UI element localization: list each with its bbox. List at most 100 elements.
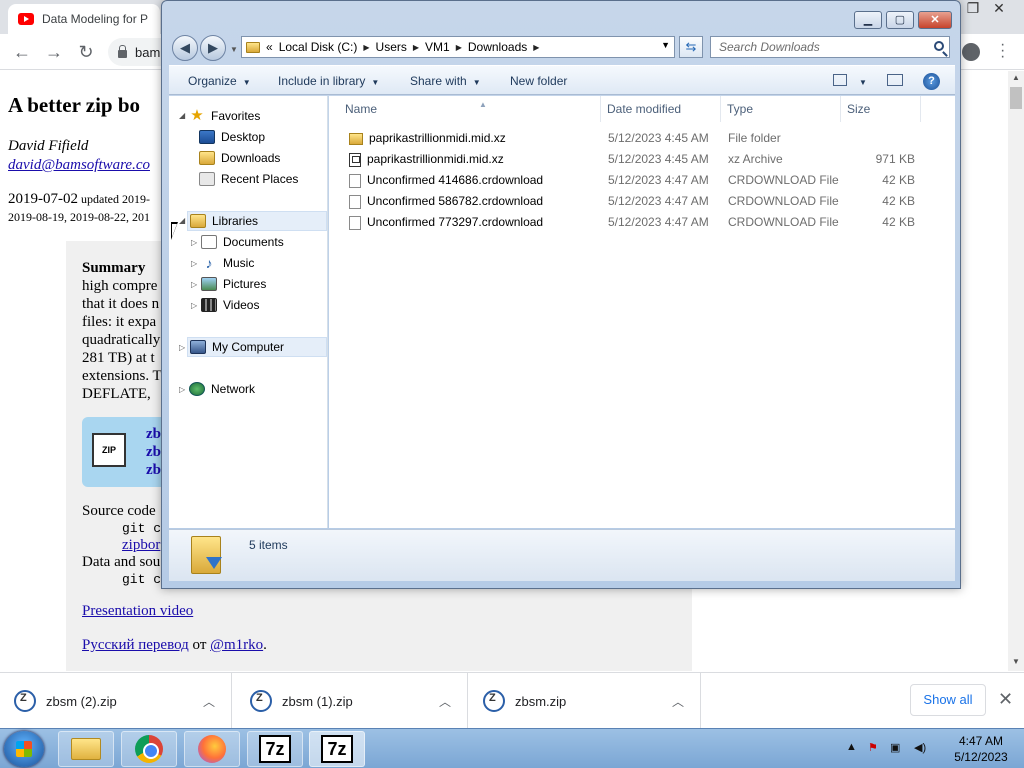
- libraries-icon: [190, 214, 206, 228]
- column-header-size[interactable]: Size: [841, 96, 921, 122]
- page-scrollbar[interactable]: ▲ ▼: [1008, 71, 1024, 671]
- nav-item-documents[interactable]: Documents: [201, 232, 284, 252]
- start-button[interactable]: [4, 731, 44, 767]
- nav-item-favorites[interactable]: ★ Favorites: [189, 106, 260, 126]
- nav-item-recent-places[interactable]: Recent Places: [199, 169, 298, 189]
- change-view-icon[interactable]: [833, 74, 847, 86]
- expand-icon[interactable]: ▷: [179, 343, 185, 352]
- taskbar-firefox[interactable]: [184, 731, 240, 767]
- chevron-up-icon[interactable]: ︿: [439, 693, 451, 710]
- download-item[interactable]: zbsm (2).zip ︿: [0, 673, 232, 729]
- column-header-name[interactable]: Name ▲: [339, 96, 601, 122]
- share-with-button[interactable]: Share with ▼: [410, 74, 481, 88]
- address-dropdown-icon[interactable]: ▼: [661, 40, 670, 50]
- file-row[interactable]: paprikastrillionmidi.mid.xz 5/12/2023 4:…: [329, 128, 955, 149]
- column-header-type[interactable]: Type: [721, 96, 841, 122]
- expand-icon[interactable]: ▷: [179, 385, 185, 394]
- summary-line: extensions. T: [82, 368, 162, 384]
- volume-icon[interactable]: ◀): [914, 741, 926, 754]
- breadcrumb-item[interactable]: Downloads: [468, 40, 527, 54]
- back-button[interactable]: ←: [10, 40, 34, 64]
- russian-translation-link[interactable]: Русский перевод: [82, 637, 189, 653]
- show-all-button[interactable]: Show all: [910, 684, 986, 716]
- expand-icon[interactable]: ▷: [191, 259, 197, 268]
- maximize-button[interactable]: ▢: [886, 11, 914, 29]
- presentation-video-link[interactable]: Presentation video: [82, 603, 193, 620]
- nav-item-videos[interactable]: Videos: [201, 295, 259, 315]
- network-icon[interactable]: ▣: [890, 741, 900, 754]
- breadcrumb-separator-icon[interactable]: ▶: [413, 43, 419, 52]
- forward-arrow-icon[interactable]: ▶: [200, 35, 226, 61]
- nav-label: Desktop: [221, 130, 266, 144]
- nav-item-my-computer[interactable]: My Computer: [187, 337, 327, 357]
- scroll-thumb[interactable]: [1010, 87, 1022, 109]
- help-icon[interactable]: ?: [923, 73, 940, 90]
- download-item[interactable]: zbsm (1).zip ︿: [236, 673, 468, 729]
- file-name-cell: Unconfirmed 414686.crdownload: [349, 170, 543, 191]
- reload-button[interactable]: ↻: [74, 40, 98, 64]
- breadcrumb-separator-icon[interactable]: ▶: [363, 43, 369, 52]
- profile-icon[interactable]: [962, 43, 980, 61]
- refresh-icon[interactable]: ⇆: [679, 36, 703, 58]
- file-date: 5/12/2023 4:47 AM: [608, 194, 709, 208]
- file-row[interactable]: paprikastrillionmidi.mid.xz 5/12/2023 4:…: [329, 149, 955, 170]
- back-arrow-icon[interactable]: ◀: [172, 35, 198, 61]
- breadcrumb-separator-icon[interactable]: ▶: [456, 43, 462, 52]
- close-button[interactable]: ✕: [918, 11, 952, 29]
- breadcrumb-item[interactable]: VM1: [425, 40, 450, 54]
- breadcrumb-item[interactable]: Local Disk (C:): [279, 40, 358, 54]
- minimize-button[interactable]: ▁: [854, 11, 882, 29]
- collapse-icon[interactable]: ◢: [179, 216, 185, 225]
- organize-button[interactable]: Organize ▼: [188, 74, 251, 88]
- close-shelf-icon[interactable]: ✕: [998, 689, 1013, 710]
- column-header-date[interactable]: Date modified: [601, 96, 721, 122]
- file-row[interactable]: Unconfirmed 773297.crdownload 5/12/2023 …: [329, 212, 955, 233]
- download-link[interactable]: zb: [146, 425, 161, 443]
- action-center-icon[interactable]: ⚑: [868, 741, 878, 754]
- forward-button[interactable]: →: [42, 40, 66, 64]
- search-input[interactable]: Search Downloads: [710, 36, 950, 58]
- chevron-up-icon[interactable]: ︿: [672, 693, 684, 710]
- source-link[interactable]: zipbor: [82, 537, 169, 554]
- taskbar-chrome[interactable]: [121, 731, 177, 767]
- chevron-up-icon[interactable]: ︿: [203, 693, 215, 710]
- nav-item-music[interactable]: ♪ Music: [201, 253, 255, 273]
- clock[interactable]: 4:47 AM 5/12/2023: [945, 733, 1017, 765]
- search-icon[interactable]: [934, 41, 944, 51]
- expand-icon[interactable]: ▷: [191, 301, 197, 310]
- nav-item-desktop[interactable]: Desktop: [199, 127, 265, 147]
- translator-link[interactable]: @m1rko: [210, 637, 263, 653]
- nav-item-pictures[interactable]: Pictures: [201, 274, 266, 294]
- chrome-menu-icon[interactable]: · · ·: [1000, 37, 1005, 65]
- download-link[interactable]: zb: [146, 461, 161, 479]
- explorer-address-bar[interactable]: « Local Disk (C:) ▶ Users ▶ VM1 ▶ Downlo…: [241, 36, 675, 58]
- scroll-down-icon[interactable]: ▼: [1008, 655, 1024, 669]
- breadcrumb-overflow[interactable]: «: [266, 40, 273, 54]
- preview-pane-icon[interactable]: [887, 74, 903, 86]
- breadcrumb-item[interactable]: Users: [376, 40, 407, 54]
- nav-item-network[interactable]: Network: [189, 379, 255, 399]
- browser-tab[interactable]: Data Modeling for P: [8, 4, 160, 34]
- browser-close-button[interactable]: ✕: [984, 0, 1014, 16]
- taskbar-7zip-active[interactable]: 7z: [309, 731, 365, 767]
- view-dropdown-icon[interactable]: ▼: [853, 74, 867, 88]
- taskbar-7zip[interactable]: 7z: [247, 731, 303, 767]
- collapse-icon[interactable]: ◢: [179, 111, 185, 120]
- scroll-up-icon[interactable]: ▲: [1008, 71, 1024, 85]
- file-row[interactable]: Unconfirmed 586782.crdownload 5/12/2023 …: [329, 191, 955, 212]
- download-item[interactable]: zbsm.zip ︿: [469, 673, 701, 729]
- show-hidden-icons-icon[interactable]: ▲: [846, 741, 857, 753]
- file-row[interactable]: Unconfirmed 414686.crdownload 5/12/2023 …: [329, 170, 955, 191]
- address-bar[interactable]: bam: [108, 38, 168, 66]
- nav-item-libraries[interactable]: Libraries: [187, 211, 327, 231]
- recent-pages-dropdown-icon[interactable]: ▼: [230, 45, 238, 54]
- nav-item-downloads[interactable]: Downloads: [199, 148, 280, 168]
- expand-icon[interactable]: ▷: [191, 280, 197, 289]
- breadcrumb-separator-icon[interactable]: ▶: [533, 43, 539, 52]
- new-folder-button[interactable]: New folder: [510, 74, 567, 88]
- author-email-link[interactable]: david@bamsoftware.co: [8, 157, 150, 174]
- include-in-library-button[interactable]: Include in library ▼: [278, 74, 379, 88]
- taskbar-explorer[interactable]: [58, 731, 114, 767]
- expand-icon[interactable]: ▷: [191, 238, 197, 247]
- download-link[interactable]: zb: [146, 443, 161, 461]
